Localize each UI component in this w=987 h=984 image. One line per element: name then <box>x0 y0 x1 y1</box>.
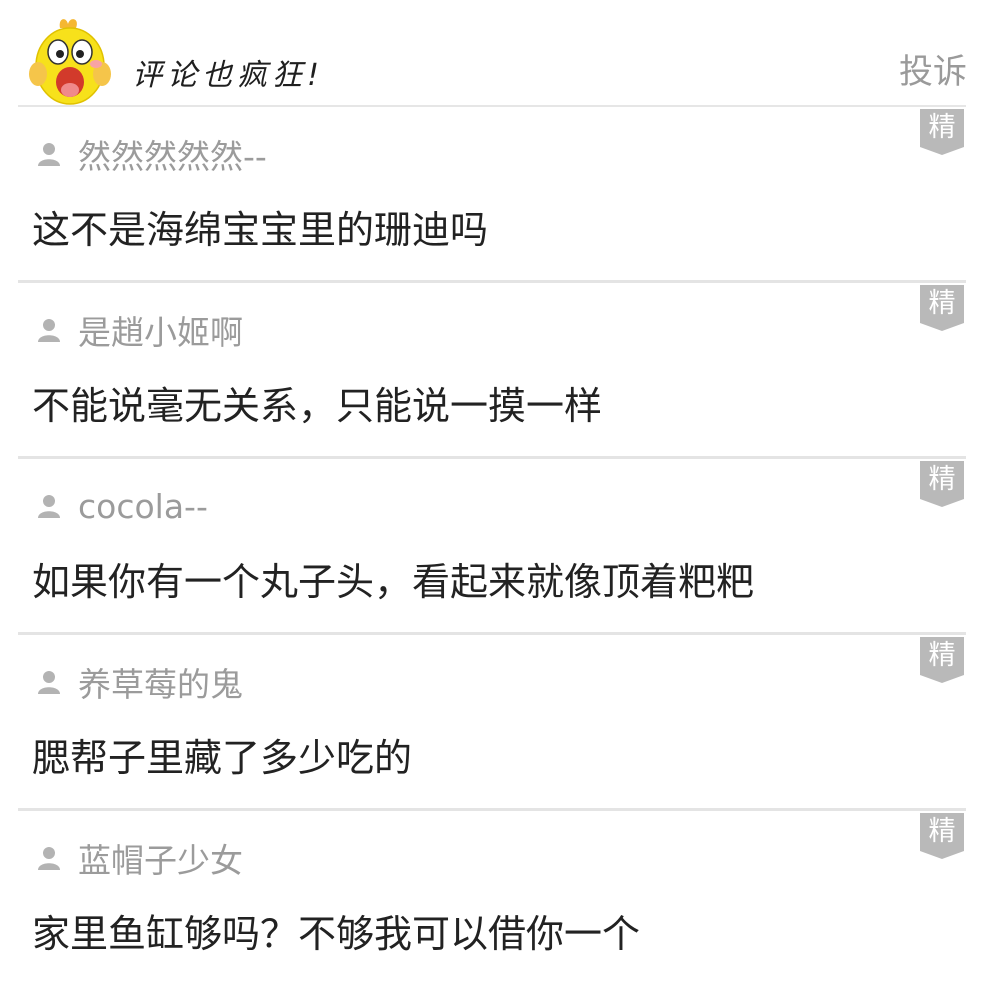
comment-list: 精 然然然然然-- 这不是海绵宝宝里的珊迪吗 精 是趙小姬啊 不能说毫无关系，只… <box>0 107 987 984</box>
comment-user-row[interactable]: cocola-- <box>36 486 208 526</box>
comment-item: 精 是趙小姬啊 不能说毫无关系，只能说一摸一样 <box>18 283 966 459</box>
featured-label: 精 <box>928 816 956 847</box>
user-icon <box>38 495 60 518</box>
featured-label: 精 <box>928 640 956 671</box>
featured-badge: 精 <box>920 637 964 683</box>
featured-badge: 精 <box>920 109 964 155</box>
user-icon <box>38 671 60 694</box>
comments-header: 评论也疯狂! 投诉 <box>0 0 987 107</box>
featured-label: 精 <box>928 464 956 495</box>
comment-username[interactable]: 蓝帽子少女 <box>78 834 243 882</box>
featured-badge: 精 <box>920 285 964 331</box>
user-icon <box>38 143 60 166</box>
user-icon <box>38 847 60 870</box>
comment-item: 精 养草莓的鬼 腮帮子里藏了多少吃的 <box>18 635 966 811</box>
comment-user-row[interactable]: 养草莓的鬼 <box>36 662 243 704</box>
comment-text: 如果你有一个丸子头，看起来就像顶着粑粑 <box>32 560 755 604</box>
comment-item: 精 cocola-- 如果你有一个丸子头，看起来就像顶着粑粑 <box>18 459 966 635</box>
comment-text: 不能说毫无关系，只能说一摸一样 <box>32 384 603 428</box>
comment-username[interactable]: 是趙小姬啊 <box>78 306 243 354</box>
comment-text: 这不是海绵宝宝里的珊迪吗 <box>32 208 489 252</box>
comment-text: 家里鱼缸够吗？不够我可以借你一个 <box>32 912 641 956</box>
comment-item: 精 然然然然然-- 这不是海绵宝宝里的珊迪吗 <box>18 107 966 283</box>
featured-badge: 精 <box>920 461 964 507</box>
featured-label: 精 <box>928 112 956 143</box>
duck-mascot-icon <box>28 14 120 106</box>
comment-text: 腮帮子里藏了多少吃的 <box>32 736 413 780</box>
comment-username[interactable]: cocola-- <box>78 487 208 526</box>
comment-username[interactable]: 养草莓的鬼 <box>78 658 243 706</box>
comment-user-row[interactable]: 是趙小姬啊 <box>36 310 243 352</box>
user-icon <box>38 319 60 342</box>
featured-label: 精 <box>928 288 956 319</box>
page-title: 评论也疯狂! <box>132 58 325 93</box>
featured-badge: 精 <box>920 813 964 859</box>
comment-item: 精 蓝帽子少女 家里鱼缸够吗？不够我可以借你一个 <box>18 811 966 984</box>
comment-user-row[interactable]: 蓝帽子少女 <box>36 838 243 880</box>
comment-user-row[interactable]: 然然然然然-- <box>36 134 267 176</box>
report-button[interactable]: 投诉 <box>899 44 967 93</box>
comment-username[interactable]: 然然然然然-- <box>78 130 267 178</box>
